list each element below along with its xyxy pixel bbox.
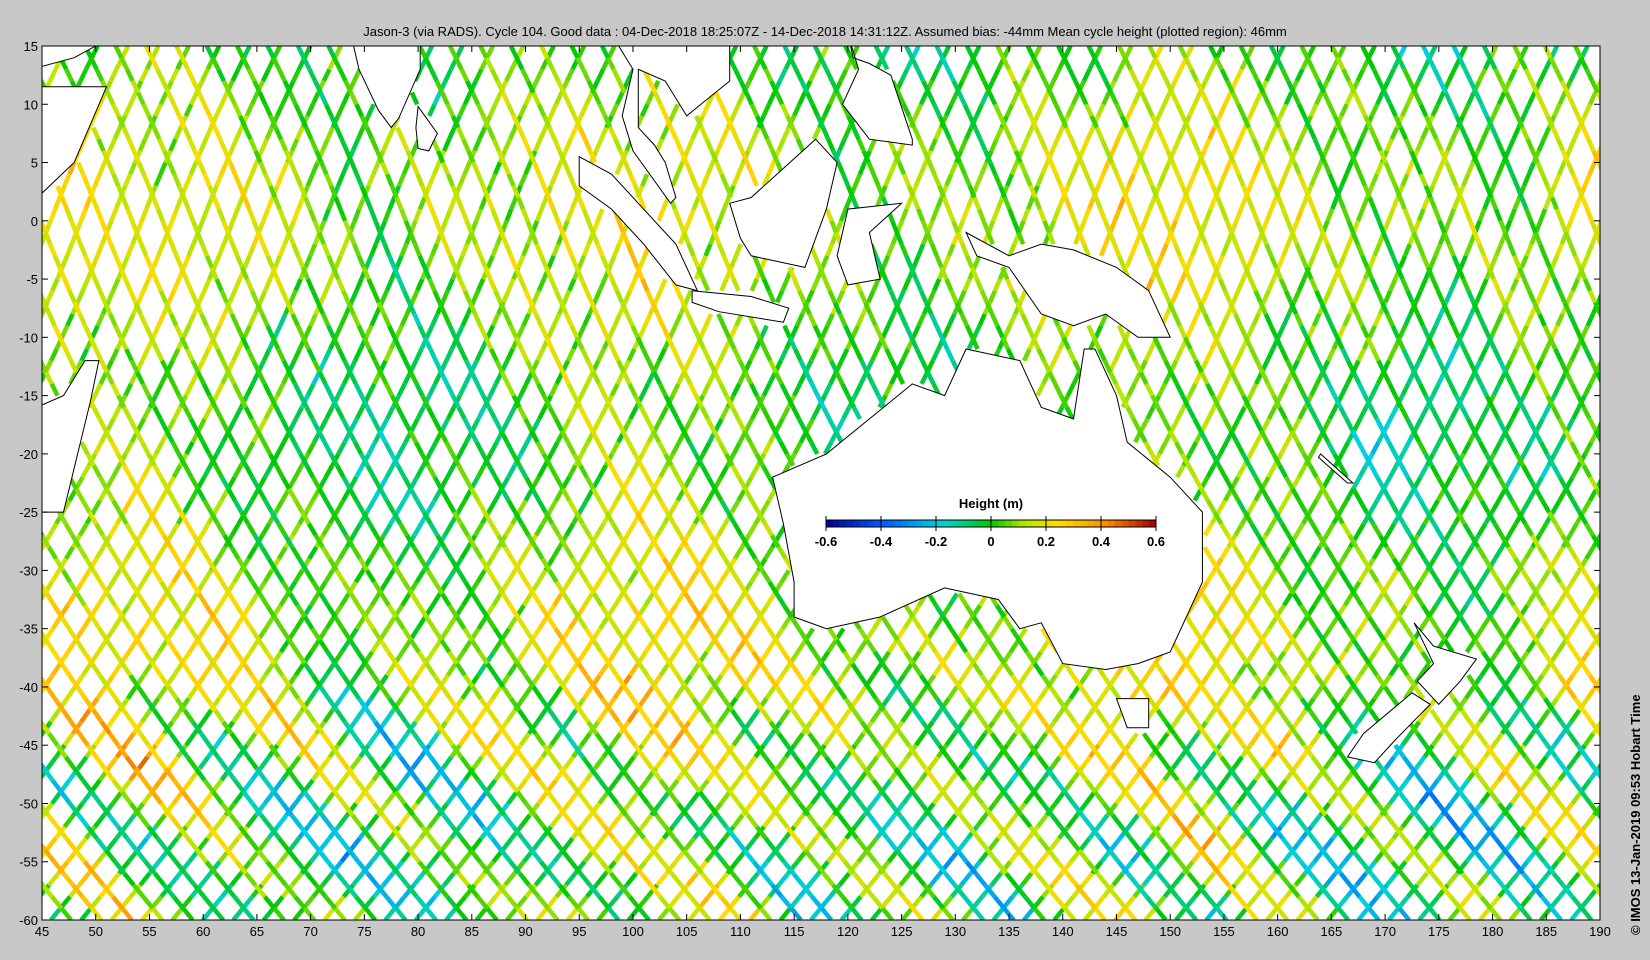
track-segment bbox=[42, 244, 44, 249]
track-segment bbox=[1603, 664, 1611, 676]
track-segment bbox=[42, 313, 45, 320]
track-segment bbox=[1609, 396, 1615, 408]
track-segment bbox=[27, 116, 32, 128]
track-segment bbox=[29, 699, 37, 711]
track-segment bbox=[1610, 559, 1617, 571]
track-segment bbox=[1603, 466, 1609, 478]
track-segment bbox=[1609, 454, 1615, 466]
track-segment bbox=[32, 256, 37, 268]
track-segment bbox=[1599, 918, 1600, 919]
track-segment bbox=[1607, 337, 1612, 349]
track-segment bbox=[27, 186, 32, 198]
track-segment bbox=[1599, 359, 1600, 360]
track-segment bbox=[29, 116, 34, 128]
track-segment bbox=[1603, 570, 1610, 582]
track-segment bbox=[1605, 128, 1610, 140]
track-segment bbox=[31, 664, 39, 676]
track-segment bbox=[25, 827, 34, 839]
track-segment bbox=[1603, 792, 1612, 804]
track-segment bbox=[33, 407, 39, 419]
track-segment bbox=[1606, 198, 1611, 210]
track-segment bbox=[1598, 77, 1600, 81]
track-segment bbox=[42, 719, 43, 722]
track-segment bbox=[1611, 186, 1616, 198]
track-segment bbox=[30, 897, 40, 909]
track-segment bbox=[1598, 881, 1600, 886]
track-segment bbox=[42, 880, 45, 886]
track-segment bbox=[30, 780, 39, 792]
track-segment bbox=[42, 77, 44, 81]
track-segment bbox=[27, 827, 36, 839]
track-segment bbox=[42, 358, 43, 360]
track-segment bbox=[1599, 720, 1600, 721]
track-segment bbox=[1609, 862, 1618, 874]
track-segment bbox=[1603, 279, 1608, 291]
track-segment bbox=[32, 198, 37, 210]
track-segment bbox=[42, 530, 45, 536]
map-plot: 45 50 55 60 65 70 75 80 85 90 95 100 105 110 115 120 125… bbox=[19, 39, 1618, 939]
track-segment bbox=[1610, 699, 1618, 711]
track-segment bbox=[1607, 58, 1613, 70]
track-segment bbox=[30, 652, 38, 664]
track-segment bbox=[1604, 407, 1610, 419]
track-segment bbox=[1607, 745, 1616, 757]
track-segment bbox=[25, 699, 33, 711]
track-segment bbox=[1608, 267, 1613, 279]
track-segment bbox=[1604, 617, 1611, 629]
track-segment bbox=[1599, 218, 1600, 221]
track-segment bbox=[1598, 531, 1600, 536]
track-segment bbox=[1606, 827, 1615, 839]
track-segment bbox=[1610, 116, 1615, 128]
track-segment bbox=[1607, 512, 1614, 524]
track-segment bbox=[30, 605, 37, 617]
